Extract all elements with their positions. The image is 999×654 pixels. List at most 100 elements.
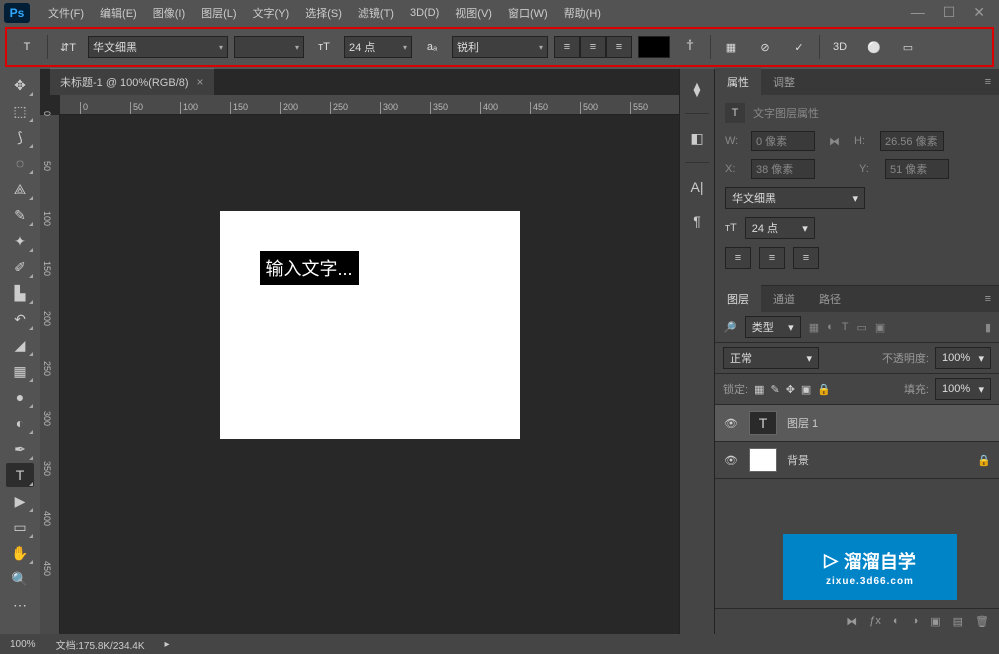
brush-tool[interactable]: ✐ [6,255,34,279]
menu-filter[interactable]: 滤镜(T) [350,1,402,25]
font-family-select[interactable]: 华文细黑▾ [88,36,228,58]
lock-all-icon[interactable]: 🔒 [817,383,831,396]
layer-item[interactable]: 👁 T 图层 1 [715,405,999,442]
blend-mode-select[interactable]: 正常▾ [723,347,819,369]
filter-smart-icon[interactable]: ▣ [875,321,885,334]
layer-name[interactable]: 背景 [787,452,809,468]
menu-image[interactable]: 图像(I) [145,1,193,25]
opacity-input[interactable]: 100%▾ [935,347,991,369]
hand-tool[interactable]: ✋ [6,541,34,565]
link-icon[interactable]: ⧓ [829,135,840,148]
text-color-swatch[interactable] [638,36,670,58]
lock-icon[interactable]: 🔒 [977,454,991,467]
mask-icon[interactable]: ◐ [893,615,900,628]
props-align-center[interactable]: ≡ [759,247,785,269]
fill-input[interactable]: 100%▾ [935,378,991,400]
frame-icon[interactable]: ▭ [894,33,922,61]
dodge-tool[interactable]: ◐ [6,411,34,435]
rectangle-tool[interactable]: ▭ [6,515,34,539]
lock-pos-icon[interactable]: ✥ [786,383,795,396]
channels-tab[interactable]: 通道 [761,285,807,313]
close-icon[interactable]: ✕ [973,4,985,21]
props-font-family[interactable]: 华文细黑▾ [725,187,865,209]
doc-info[interactable]: 文档:175.8K/234.4K [56,637,145,652]
canvas-viewport[interactable]: 输入文字... [60,115,679,634]
history-panel-icon[interactable]: ⧫ [687,79,707,99]
filter-adjust-icon[interactable]: ◐ [827,321,834,333]
path-select-tool[interactable]: ▶ [6,489,34,513]
zoom-tool[interactable]: 🔍 [6,567,34,591]
menu-help[interactable]: 帮助(H) [556,1,609,25]
crop-tool[interactable]: ⟁ [6,177,34,201]
close-tab-icon[interactable]: × [197,75,204,89]
horizontal-ruler[interactable]: 050100150200250300350400450500550600 [60,95,679,115]
marquee-tool[interactable]: ⬚ [6,99,34,123]
text-layer-input[interactable]: 输入文字... [260,251,359,285]
layer-thumbnail[interactable] [749,448,777,472]
history-brush-tool[interactable]: ↶ [6,307,34,331]
align-left-button[interactable]: ≡ [554,36,580,58]
layer-thumbnail[interactable]: T [749,411,777,435]
panel-menu-icon[interactable]: ≡ [977,293,999,305]
lock-artboard-icon[interactable]: ▣ [801,383,811,396]
quick-select-tool[interactable]: ◌ [6,151,34,175]
visibility-icon[interactable]: 👁 [723,417,739,430]
menu-type[interactable]: 文字(Y) [245,1,298,25]
type-tool[interactable]: T [6,463,34,487]
blur-tool[interactable]: ● [6,385,34,409]
fx-icon[interactable]: ƒx [869,615,881,628]
eraser-tool[interactable]: ◢ [6,333,34,357]
props-align-left[interactable]: ≡ [725,247,751,269]
character-dock-icon[interactable]: A| [687,177,707,197]
pen-tool[interactable]: ✒ [6,437,34,461]
props-font-size[interactable]: 24 点▾ [745,217,815,239]
edit-toolbar-icon[interactable]: ⋯ [6,593,34,617]
visibility-icon[interactable]: 👁 [723,454,739,467]
x-input[interactable] [751,159,815,179]
antialiasing-select[interactable]: 锐利▾ [452,36,548,58]
lasso-tool[interactable]: ⟆ [6,125,34,149]
adjust-layer-icon[interactable]: ◑ [912,615,919,628]
filter-toggle-icon[interactable]: ▮ [985,321,991,334]
menu-3d[interactable]: 3D(D) [402,3,447,23]
healing-brush-tool[interactable]: ✦ [6,229,34,253]
lock-trans-icon[interactable]: ▦ [754,383,764,396]
adjustments-tab[interactable]: 调整 [761,68,807,96]
menu-layer[interactable]: 图层(L) [193,1,244,25]
panel-menu-icon[interactable]: ≡ [977,76,999,88]
tool-preset-icon[interactable]: T [13,33,41,61]
properties-tab[interactable]: 属性 [715,68,761,96]
clone-stamp-tool[interactable]: ▙ [6,281,34,305]
menu-edit[interactable]: 编辑(E) [92,1,145,25]
align-center-button[interactable]: ≡ [580,36,606,58]
filter-kind-select[interactable]: 类型▾ [745,316,801,338]
3d-icon[interactable]: 3D [826,33,854,61]
delete-icon[interactable]: 🗑 [975,615,989,628]
layer-item[interactable]: 👁 背景 🔒 [715,442,999,479]
search-icon[interactable]: ⚪ [860,33,888,61]
paths-tab[interactable]: 路径 [807,285,853,313]
warp-text-icon[interactable]: T̽ [676,33,704,61]
status-arrow-icon[interactable]: ▸ [165,639,170,650]
move-tool[interactable]: ✥ [6,73,34,97]
vertical-ruler[interactable]: 050100150200250300350400450 [40,115,60,634]
menu-select[interactable]: 选择(S) [297,1,350,25]
lock-paint-icon[interactable]: ✎ [770,383,779,396]
menu-view[interactable]: 视图(V) [447,1,500,25]
new-layer-icon[interactable]: ▤ [953,615,963,628]
eyedropper-tool[interactable]: ✎ [6,203,34,227]
character-panel-icon[interactable]: ▦ [717,33,745,61]
font-style-select[interactable]: ▾ [234,36,304,58]
align-right-button[interactable]: ≡ [606,36,632,58]
canvas[interactable]: 输入文字... [220,211,520,439]
zoom-level[interactable]: 100% [10,639,36,650]
link-layers-icon[interactable]: ⧓ [846,615,857,628]
color-panel-icon[interactable]: ◧ [687,128,707,148]
minimize-icon[interactable]: — [911,4,925,21]
search-icon[interactable]: 🔎 [723,321,737,334]
commit-icon[interactable]: ✓ [785,33,813,61]
gradient-tool[interactable]: ▦ [6,359,34,383]
maximize-icon[interactable]: ☐ [943,4,956,21]
layer-name[interactable]: 图层 1 [787,415,818,431]
props-align-right[interactable]: ≡ [793,247,819,269]
